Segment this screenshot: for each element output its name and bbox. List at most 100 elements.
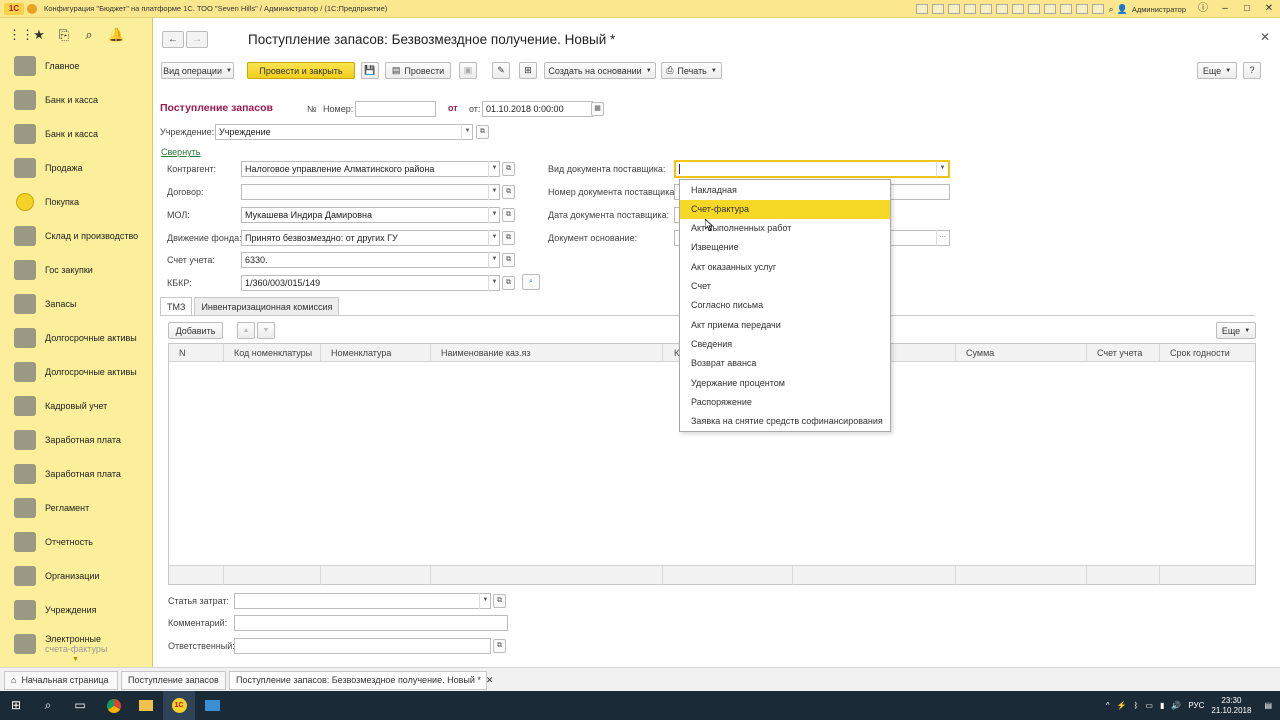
- sidebar-item-regulation[interactable]: Регламент: [0, 491, 153, 525]
- search-icon[interactable]: ⌕: [32, 691, 64, 720]
- history-icon[interactable]: ⎘: [58, 27, 70, 43]
- open-icon[interactable]: ⧉: [502, 276, 515, 290]
- open-icon[interactable]: ⧉: [502, 253, 515, 267]
- sidebar-item-warehouse[interactable]: Склад и производство: [0, 219, 153, 253]
- dropdown-option[interactable]: Распоряжение: [680, 393, 890, 412]
- column-header[interactable]: Код номенклатуры: [224, 344, 321, 362]
- sidebar-item-stock[interactable]: Запасы: [0, 287, 153, 321]
- number-field[interactable]: [355, 101, 436, 117]
- dropdown-option-selected[interactable]: Счет-фактура: [680, 200, 890, 219]
- post-button[interactable]: ▤ Провести: [385, 62, 451, 79]
- chevron-down-icon[interactable]: ▼: [479, 593, 491, 609]
- save-icon[interactable]: 💾: [361, 62, 379, 79]
- dt-kt-icon[interactable]: ✎: [492, 62, 510, 79]
- open-icon[interactable]: ⧉: [476, 125, 489, 139]
- tab-inventory-commission[interactable]: Инвентаризационная комиссия: [194, 297, 340, 316]
- zoom-icon[interactable]: ⌕: [1109, 4, 1114, 15]
- date-field[interactable]: 01.10.2018 0:00:00: [482, 101, 593, 117]
- tool-icon[interactable]: [963, 4, 976, 14]
- column-header[interactable]: Счет учета: [1087, 344, 1160, 362]
- home-page-tab[interactable]: ⌂ Начальная страница: [4, 671, 118, 690]
- sidebar-item-purchase[interactable]: Покупка: [0, 185, 153, 219]
- clock[interactable]: 23:30 21.10.2018: [1211, 696, 1251, 716]
- scroll-down-icon[interactable]: ▼: [72, 656, 79, 663]
- language-indicator[interactable]: РУС: [1188, 701, 1204, 710]
- search-icon[interactable]: ⌕: [83, 27, 95, 43]
- sidebar-item-assets[interactable]: Долгосрочные активы: [0, 321, 153, 355]
- current-user[interactable]: Администратор: [1132, 5, 1186, 14]
- dropdown-option[interactable]: Согласно письма: [680, 296, 890, 315]
- sidebar-item-reports[interactable]: Отчетность: [0, 525, 153, 559]
- operation-type-button[interactable]: Вид операции ▼: [161, 62, 234, 79]
- chevron-down-icon[interactable]: ▼: [461, 124, 473, 140]
- add-button[interactable]: Добавить: [168, 322, 223, 339]
- bluetooth-icon[interactable]: ᛒ: [1134, 701, 1139, 710]
- move-up-icon[interactable]: ▲: [237, 322, 255, 339]
- sidebar-item-sales[interactable]: Продажа: [0, 151, 153, 185]
- open-icon[interactable]: ⧉: [493, 594, 506, 608]
- dropdown-option[interactable]: Акт оказанных услуг: [680, 258, 890, 277]
- more-button[interactable]: Еще ▼: [1197, 62, 1237, 79]
- create-based-button[interactable]: Создать на основании ▼: [544, 62, 656, 79]
- current-document-tab[interactable]: Поступление запасов: Безвозмездное получ…: [229, 671, 493, 690]
- chevron-down-icon[interactable]: ▼: [488, 252, 500, 268]
- contract-field[interactable]: [241, 184, 500, 200]
- sidebar-item-main[interactable]: Главное: [0, 49, 153, 83]
- open-icon[interactable]: ⧉: [493, 639, 506, 653]
- 1c-app-icon[interactable]: 1С: [163, 691, 195, 720]
- battery-icon[interactable]: ▮: [1160, 701, 1164, 710]
- account-field[interactable]: 6330.: [241, 252, 500, 268]
- open-icon[interactable]: ⧉: [502, 231, 515, 245]
- chrome-icon[interactable]: [98, 691, 130, 720]
- tool-icon[interactable]: [979, 4, 992, 14]
- table-more-button[interactable]: Еще ▼: [1216, 322, 1256, 339]
- notifications-icon[interactable]: ▤: [1264, 701, 1272, 710]
- dropdown-option[interactable]: Накладная: [680, 181, 890, 200]
- column-header[interactable]: N: [169, 344, 224, 362]
- tool-icon[interactable]: [1043, 4, 1056, 14]
- remote-desktop-icon[interactable]: [196, 691, 228, 720]
- sidebar-item-salary[interactable]: Заработная плата: [0, 423, 153, 457]
- apps-grid-icon[interactable]: ⋮⋮: [8, 27, 34, 43]
- forward-button[interactable]: →: [186, 31, 208, 48]
- monitor-icon[interactable]: ▭: [1145, 701, 1153, 710]
- tool-icon[interactable]: [915, 4, 928, 14]
- supplier-doc-type-field[interactable]: [674, 160, 950, 178]
- tool-icon[interactable]: [995, 4, 1008, 14]
- calendar-icon[interactable]: ▦: [591, 102, 604, 116]
- search-icon[interactable]: ⌕: [522, 274, 540, 290]
- sidebar-item-gov-purchase[interactable]: Гос закупки: [0, 253, 153, 287]
- unpost-icon[interactable]: ▣: [459, 62, 477, 79]
- counterparty-field[interactable]: Налоговое управление Алматинского района: [241, 161, 500, 177]
- sidebar-item-assets-2[interactable]: Долгосрочные активы: [0, 355, 153, 389]
- sidebar-item-hr[interactable]: Кадровый учет: [0, 389, 153, 423]
- volume-icon[interactable]: 🔊: [1171, 701, 1181, 710]
- open-icon[interactable]: ⧉: [502, 208, 515, 222]
- tool-icon[interactable]: [1091, 4, 1104, 14]
- mol-field[interactable]: Мукашева Индира Дамировна: [241, 207, 500, 223]
- info-icon[interactable]: ⓘ: [1192, 0, 1214, 18]
- tool-icon[interactable]: [947, 4, 960, 14]
- chevron-down-icon[interactable]: ▼: [936, 161, 948, 177]
- tool-icon[interactable]: [1011, 4, 1024, 14]
- help-button[interactable]: ?: [1243, 62, 1261, 79]
- tool-icon[interactable]: [1027, 4, 1040, 14]
- institution-field[interactable]: Учреждение: [215, 124, 473, 140]
- chevron-down-icon[interactable]: ▼: [488, 275, 500, 291]
- sidebar-item-institutions[interactable]: Учреждения: [0, 593, 153, 627]
- back-button[interactable]: ←: [162, 31, 184, 48]
- chevron-down-icon[interactable]: ▼: [488, 184, 500, 200]
- ellipsis-icon[interactable]: …: [936, 230, 948, 246]
- main-menu-icon[interactable]: [27, 4, 37, 14]
- sidebar-item-salary-2[interactable]: Заработная плата: [0, 457, 153, 491]
- column-header[interactable]: Номенклатура: [321, 344, 431, 362]
- column-header[interactable]: Сумма: [956, 344, 1087, 362]
- show-hidden-icons-icon[interactable]: ^: [1106, 701, 1110, 710]
- post-and-close-button[interactable]: Провести и закрыть: [247, 62, 355, 79]
- sidebar-item-bank-2[interactable]: Банк и касса: [0, 117, 153, 151]
- dropdown-option[interactable]: Акт приема передачи: [680, 316, 890, 335]
- close-form-icon[interactable]: ✕: [1260, 30, 1270, 44]
- close-window-button[interactable]: ✕: [1258, 0, 1280, 18]
- maximize-button[interactable]: □: [1236, 0, 1258, 18]
- tool-icon[interactable]: [931, 4, 944, 14]
